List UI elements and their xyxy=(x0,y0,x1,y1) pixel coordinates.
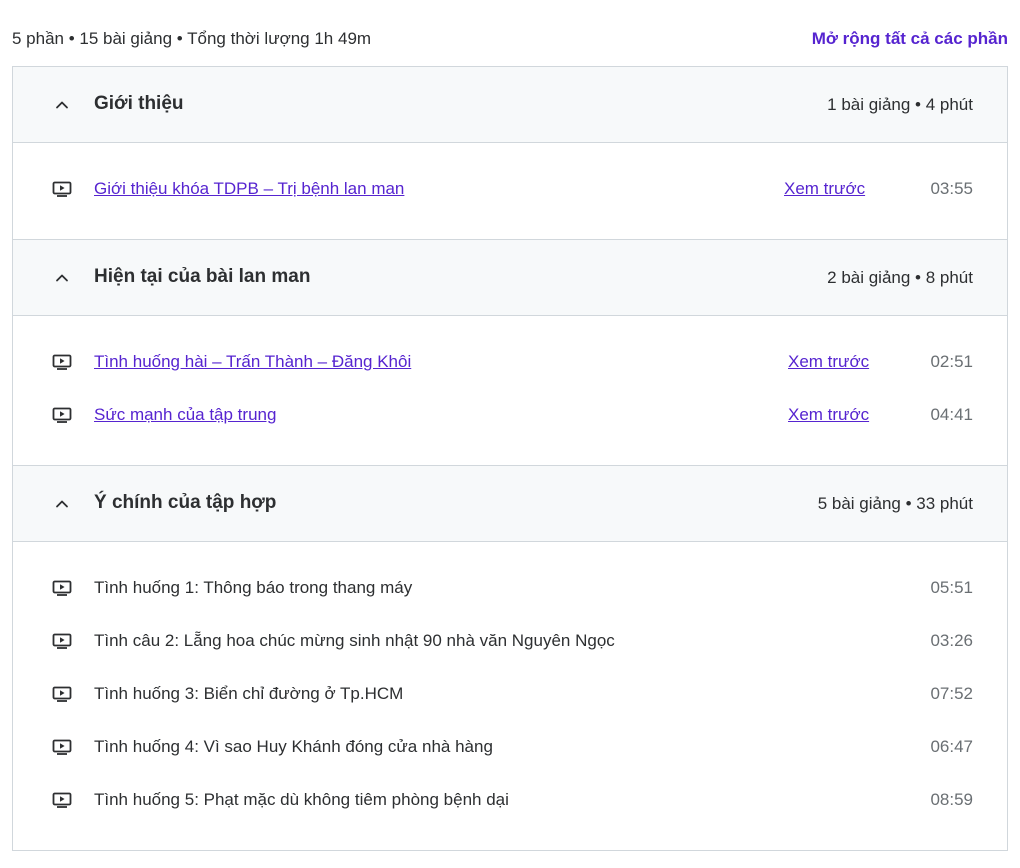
curriculum-panel: Giới thiệu 1 bài giảng • 4 phút Giới thi… xyxy=(12,66,1008,851)
preview-link[interactable]: Xem trước xyxy=(788,348,869,376)
preview-link[interactable]: Xem trước xyxy=(788,401,869,429)
lecture-duration: 08:59 xyxy=(930,790,973,809)
section-meta: 2 bài giảng • 8 phút xyxy=(827,268,973,287)
curriculum-summary: 5 phần • 15 bài giảng • Tổng thời lượng … xyxy=(12,29,372,48)
video-icon xyxy=(52,354,72,370)
lecture-duration: 03:26 xyxy=(930,631,973,650)
preview-link[interactable]: Xem trước xyxy=(784,175,865,203)
lecture-item: Giới thiệu khóa TDPB – Trị bệnh lan man … xyxy=(13,169,1007,222)
lecture-title: Tình huống 3: Biển chỉ đường ở Tp.HCM xyxy=(94,684,404,703)
section-gioi-thieu: Giới thiệu 1 bài giảng • 4 phút Giới thi… xyxy=(13,67,1007,240)
section-title: Hiện tại của bài lan man xyxy=(94,266,311,287)
lecture-list: Giới thiệu khóa TDPB – Trị bệnh lan man … xyxy=(13,143,1007,239)
video-icon xyxy=(52,686,72,702)
lecture-item: Sức mạnh của tập trung Xem trước 04:41 xyxy=(13,395,1007,448)
lecture-list: Tình huống hài – Trấn Thành – Đăng Khôi … xyxy=(13,316,1007,465)
lecture-duration: 03:55 xyxy=(930,179,973,198)
lecture-item: Tình huống 4: Vì sao Huy Khánh đóng cửa … xyxy=(13,727,1007,780)
chevron-up-icon xyxy=(56,274,68,282)
section-header[interactable]: Hiện tại của bài lan man 2 bài giảng • 8… xyxy=(13,240,1007,316)
video-icon xyxy=(52,181,72,197)
section-meta: 5 bài giảng • 33 phút xyxy=(817,494,973,513)
lecture-item: Tình huống hài – Trấn Thành – Đăng Khôi … xyxy=(13,342,1007,395)
video-icon xyxy=(52,739,72,755)
lecture-title: Tình huống 4: Vì sao Huy Khánh đóng cửa … xyxy=(94,737,493,756)
lecture-list: Tình huống 1: Thông báo trong thang máy … xyxy=(13,542,1007,850)
lecture-duration: 02:51 xyxy=(930,352,973,371)
section-y-chinh: Ý chính của tập hợp 5 bài giảng • 33 phú… xyxy=(13,466,1007,851)
expand-all-sections-button[interactable]: Mở rộng tất cả các phần xyxy=(812,26,1008,52)
video-icon xyxy=(52,407,72,423)
lecture-duration: 06:47 xyxy=(930,737,973,756)
section-meta: 1 bài giảng • 4 phút xyxy=(827,95,973,114)
video-icon xyxy=(52,792,72,808)
section-title: Ý chính của tập hợp xyxy=(94,492,277,513)
lecture-duration: 05:51 xyxy=(930,578,973,597)
section-header[interactable]: Giới thiệu 1 bài giảng • 4 phút xyxy=(13,67,1007,143)
lecture-title-link[interactable]: Sức mạnh của tập trung xyxy=(94,401,664,429)
lecture-duration: 04:41 xyxy=(930,405,973,424)
lecture-item: Tình huống 3: Biển chỉ đường ở Tp.HCM 07… xyxy=(13,674,1007,727)
lecture-title-link[interactable]: Giới thiệu khóa TDPB – Trị bệnh lan man xyxy=(94,175,664,203)
section-hien-tai: Hiện tại của bài lan man 2 bài giảng • 8… xyxy=(13,240,1007,466)
section-header[interactable]: Ý chính của tập hợp 5 bài giảng • 33 phú… xyxy=(13,466,1007,542)
chevron-up-icon xyxy=(56,500,68,508)
lecture-duration: 07:52 xyxy=(930,684,973,703)
lecture-item: Tình huống 5: Phạt mặc dù không tiêm phò… xyxy=(13,780,1007,833)
lecture-title-link[interactable]: Tình huống hài – Trấn Thành – Đăng Khôi xyxy=(94,348,664,376)
curriculum-topbar: 5 phần • 15 bài giảng • Tổng thời lượng … xyxy=(12,26,1008,54)
video-icon xyxy=(52,633,72,649)
lecture-title: Tình huống 1: Thông báo trong thang máy xyxy=(94,578,413,597)
lecture-title: Tình huống 5: Phạt mặc dù không tiêm phò… xyxy=(94,790,509,809)
lecture-item: Tình huống 1: Thông báo trong thang máy … xyxy=(13,568,1007,621)
chevron-up-icon xyxy=(56,101,68,109)
lecture-title: Tình câu 2: Lẵng hoa chúc mừng sinh nhật… xyxy=(94,631,615,650)
lecture-item: Tình câu 2: Lẵng hoa chúc mừng sinh nhật… xyxy=(13,621,1007,674)
section-title: Giới thiệu xyxy=(94,93,184,114)
video-icon xyxy=(52,580,72,596)
